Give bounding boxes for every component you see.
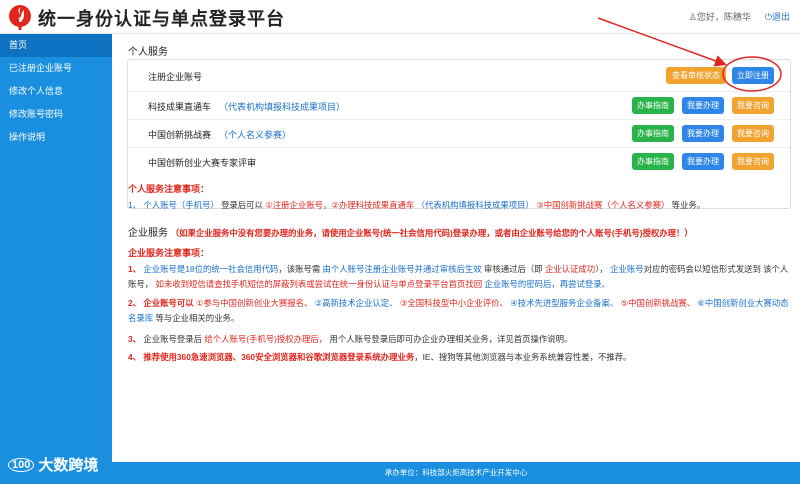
sidebar-item-home[interactable]: 首页 (0, 34, 112, 57)
enterprise-note-2: 2、 企业账号可以 ①参与中国创新创业大赛报名、 ②高新技术企业认定、 ③全国科… (128, 298, 789, 323)
service-label: 中国创新挑战赛 （个人名义参赛） (148, 130, 292, 140)
apply-button[interactable]: 我要办理 (682, 125, 724, 142)
apply-button[interactable]: 我要办理 (682, 153, 724, 170)
service-row-innovation-challenge: 中国创新挑战赛 （个人名义参赛） 办事指南 我要办理 我要咨询 (128, 120, 790, 148)
service-row-expert-review: 中国创新创业大赛专家评审 办事指南 我要办理 我要咨询 (128, 148, 790, 176)
service-row-register: 注册企业账号 查看审核状态 立即注册 (128, 60, 790, 92)
user-greeting[interactable]: ♙您好，陈穗华 (689, 10, 751, 23)
sidebar-item-change-password[interactable]: 修改账号密码 (0, 103, 112, 126)
footer: 承办单位：科技部火炬高技术产业开发中心 (112, 462, 800, 484)
register-now-button[interactable]: 立即注册 (732, 67, 774, 84)
personal-notes-title: 个人服务注意事项： (128, 184, 210, 194)
guide-button[interactable]: 办事指南 (632, 125, 674, 142)
service-label: 注册企业账号 (148, 72, 203, 82)
enterprise-note-1: 1、 企业账号是18位的统一社会信用代码，该账号需 由个人账号注册企业账号并通过… (128, 264, 789, 289)
enterprise-notes-title: 企业服务注意事项： (128, 248, 210, 258)
consult-button[interactable]: 我要咨询 (732, 153, 774, 170)
sidebar: 首页 已注册企业账号 修改个人信息 修改账号密码 操作说明 100 大数跨境 (0, 34, 112, 484)
consult-button[interactable]: 我要咨询 (732, 125, 774, 142)
service-sublabel: （个人名义参赛） (219, 130, 292, 140)
watermark-text: 大数跨境 (38, 457, 99, 474)
power-icon: ⏻ (764, 12, 772, 22)
service-label: 科技成果直通车 （代表机构填报科技成果项目） (148, 102, 346, 112)
apply-button[interactable]: 我要办理 (682, 97, 724, 114)
main-content: 个人服务 注册企业账号 查看审核状态 立即注册 科技成果直通车 （代表机构填报科技… (112, 34, 800, 462)
personal-services-panel: 注册企业账号 查看审核状态 立即注册 科技成果直通车 （代表机构填报科技成果项目）… (127, 59, 791, 209)
service-sublabel: （代表机构填报科技成果项目） (219, 102, 346, 112)
consult-button[interactable]: 我要咨询 (732, 97, 774, 114)
watermark-logo: 100 大数跨境 (8, 454, 98, 475)
service-label: 中国创新创业大赛专家评审 (148, 158, 257, 168)
sidebar-item-instructions[interactable]: 操作说明 (0, 126, 112, 149)
sidebar-item-edit-profile[interactable]: 修改个人信息 (0, 80, 112, 103)
user-area: ♙您好，陈穗华 ⏻退出 (689, 10, 790, 23)
enterprise-services-heading: 企业服务 （如果企业服务中没有您要办理的业务，请使用企业账号(统一社会信用代码)… (128, 224, 693, 239)
app-title: 统一身份认证与单点登录平台 (38, 9, 285, 29)
guide-button[interactable]: 办事指南 (632, 97, 674, 114)
check-review-status-button[interactable]: 查看审核状态 (666, 67, 726, 84)
user-icon: ♙ (688, 12, 697, 22)
enterprise-services-subtitle: （如果企业服务中没有您要办理的业务，请使用企业账号(统一社会信用代码)登录办理，… (170, 228, 693, 238)
torch-logo-icon (9, 5, 31, 30)
personal-services-title: 个人服务 (128, 47, 168, 58)
enterprise-note-3: 3、 企业账号登录后 给个人账号(手机号)授权办理后， 用个人账号登录后即可办企… (128, 334, 573, 344)
service-row-tech-transfer: 科技成果直通车 （代表机构填报科技成果项目） 办事指南 我要办理 我要咨询 (128, 92, 790, 120)
personal-note-1: 1、 个人账号（手机号） 登录后可以 ①注册企业账号，②办理科技成果直通车 （代… (128, 200, 706, 210)
logout-button[interactable]: ⏻退出 (765, 10, 790, 23)
enterprise-note-4: 4、 推荐使用360急速浏览器、360安全浏览器和谷歌浏览器登录系统办理业务，I… (128, 352, 632, 362)
guide-button[interactable]: 办事指南 (632, 153, 674, 170)
enterprise-services-title: 企业服务 (128, 228, 168, 239)
top-header: 统一身份认证与单点登录平台 ♙您好，陈穗华 ⏻退出 (0, 0, 800, 34)
watermark-mark: 100 (8, 457, 35, 472)
sidebar-item-registered-accounts[interactable]: 已注册企业账号 (0, 57, 112, 80)
